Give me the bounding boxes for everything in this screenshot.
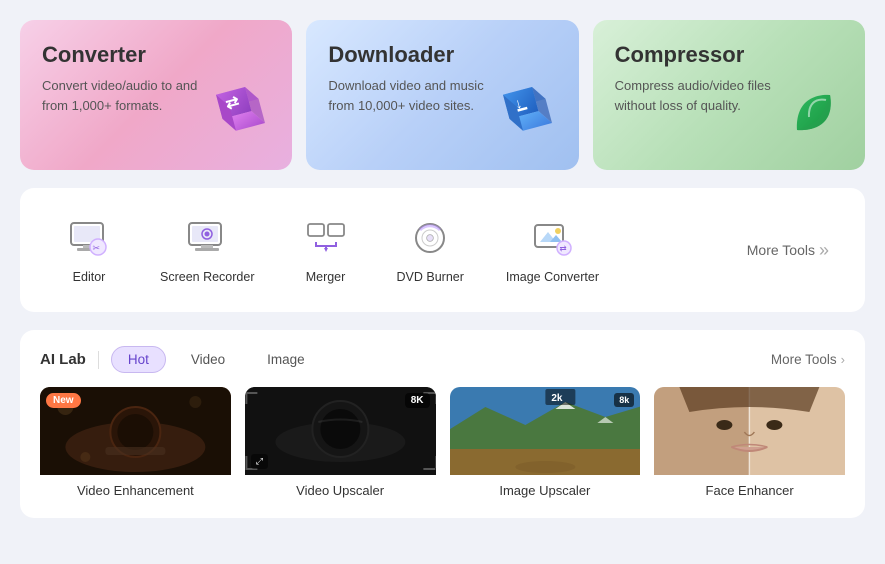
- converter-icon: ⇄: [192, 70, 282, 160]
- ai-more-tools-label: More Tools: [771, 352, 837, 367]
- downloader-title: Downloader: [328, 42, 558, 68]
- image-converter-label: Image Converter: [506, 270, 599, 284]
- chevron-double-icon: »: [819, 240, 829, 261]
- downloader-card[interactable]: Downloader Download video and music from…: [306, 20, 578, 170]
- merger-label: Merger: [306, 270, 346, 284]
- tool-dvd-burner[interactable]: DVD Burner: [381, 208, 480, 292]
- more-tools-label: More Tools: [747, 242, 815, 258]
- image-upscaler-thumb: 8k 2k: [450, 387, 641, 475]
- svg-text:2k: 2k: [551, 393, 563, 404]
- screen-recorder-label: Screen Recorder: [160, 270, 255, 284]
- video-enhancement-thumb: New: [40, 387, 231, 475]
- compressor-card[interactable]: Compressor Compress audio/video files wi…: [593, 20, 865, 170]
- screen-recorder-icon: [185, 216, 229, 260]
- ai-section: AI Lab Hot Video Image More Tools › New: [20, 330, 865, 518]
- face-enhancer-label: Face Enhancer: [654, 475, 845, 502]
- more-tools-button[interactable]: More Tools »: [735, 232, 841, 269]
- face-enhancer-thumb: [654, 387, 845, 475]
- badge-new: New: [46, 393, 81, 408]
- image-upscaler-label: Image Upscaler: [450, 475, 641, 502]
- compressor-icon: [765, 70, 855, 160]
- top-cards-row: Converter Convert video/audio to and fro…: [20, 20, 865, 170]
- converter-card[interactable]: Converter Convert video/audio to and fro…: [20, 20, 292, 170]
- tab-image[interactable]: Image: [250, 346, 322, 373]
- badge-expand: ⤢: [251, 454, 268, 469]
- main-container: Converter Convert video/audio to and fro…: [0, 0, 885, 534]
- tab-video[interactable]: Video: [174, 346, 242, 373]
- compressor-title: Compressor: [615, 42, 845, 68]
- dvd-burner-icon: [408, 216, 452, 260]
- tool-merger[interactable]: Merger: [281, 208, 371, 292]
- divider: [98, 351, 99, 369]
- ai-card-face-enhancer[interactable]: Face Enhancer: [654, 387, 845, 502]
- ai-more-tools-button[interactable]: More Tools ›: [771, 352, 845, 367]
- tools-list: ✂ Editor Sc: [44, 208, 735, 292]
- svg-text:✂: ✂: [93, 243, 101, 253]
- downloader-icon: ↓: [479, 70, 569, 160]
- video-enhancement-label: Video Enhancement: [40, 475, 231, 502]
- ai-lab-label: AI Lab: [40, 351, 86, 368]
- editor-label: Editor: [73, 270, 106, 284]
- tool-screen-recorder[interactable]: Screen Recorder: [144, 208, 271, 292]
- badge-8k: 8K: [405, 393, 430, 408]
- tab-hot[interactable]: Hot: [111, 346, 166, 373]
- ai-header: AI Lab Hot Video Image More Tools ›: [40, 346, 845, 373]
- ai-card-image-upscaler[interactable]: 8k 2k: [450, 387, 641, 502]
- badge-8k-img: 8k: [614, 393, 634, 407]
- ai-chevron-icon: ›: [841, 352, 845, 367]
- image-converter-icon: ⇄: [530, 216, 574, 260]
- ai-tabs: Hot Video Image: [111, 346, 322, 373]
- ai-cards-grid: New Video Enhancement: [40, 387, 845, 502]
- tool-editor[interactable]: ✂ Editor: [44, 208, 134, 292]
- converter-title: Converter: [42, 42, 272, 68]
- tool-image-converter[interactable]: ⇄ Image Converter: [490, 208, 615, 292]
- svg-text:⇄: ⇄: [560, 244, 568, 254]
- dvd-burner-label: DVD Burner: [397, 270, 464, 284]
- tools-section: ✂ Editor Sc: [20, 188, 865, 312]
- editor-icon: ✂: [67, 216, 111, 260]
- ai-card-video-upscaler[interactable]: 8K ⤢: [245, 387, 436, 502]
- ai-card-video-enhancement[interactable]: New Video Enhancement: [40, 387, 231, 502]
- video-upscaler-label: Video Upscaler: [245, 475, 436, 502]
- merger-icon: [304, 216, 348, 260]
- video-upscaler-thumb: 8K ⤢: [245, 387, 436, 475]
